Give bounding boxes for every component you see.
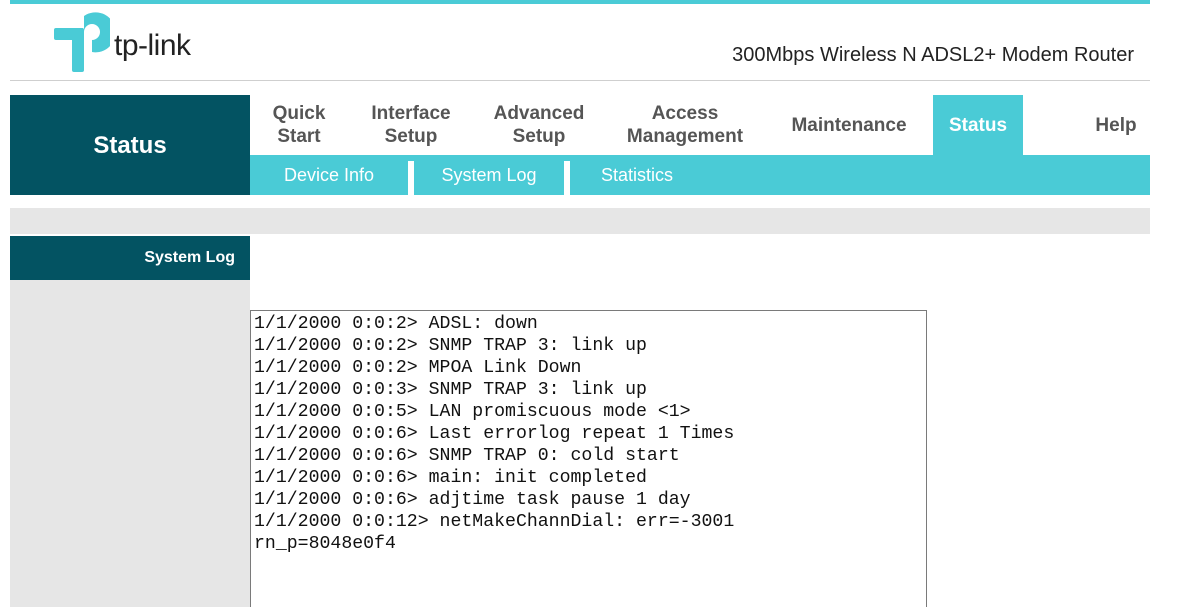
content-header-band: [10, 208, 1150, 234]
tab-advanced-setup[interactable]: Advanced Setup: [474, 95, 604, 155]
tp-link-logo-icon: [54, 12, 110, 72]
top-accent-strip: [10, 0, 1150, 4]
sidebar-panel: [10, 280, 250, 607]
tab-access-management[interactable]: Access Management: [604, 95, 766, 155]
header-divider: [10, 80, 1150, 81]
section-badge: Status: [10, 95, 250, 195]
tab-help[interactable]: Help: [1060, 95, 1172, 155]
logo-wordmark: tp-link: [114, 29, 191, 62]
main-nav: Quick Start Interface Setup Advanced Setup …: [250, 95, 1150, 155]
subtab-statistics[interactable]: Statistics: [570, 155, 704, 195]
tab-status[interactable]: Status: [933, 95, 1023, 155]
tab-interface-setup[interactable]: Interface Setup: [348, 95, 474, 155]
system-log-content: 1/1/2000 0:0:2> ADSL: down 1/1/2000 0:0:…: [254, 314, 735, 554]
subtab-system-log[interactable]: System Log: [414, 155, 564, 195]
sidebar-section-label: System Log: [10, 236, 250, 280]
tp-link-logo[interactable]: tp-link: [52, 12, 232, 74]
model-title: 300Mbps Wireless N ADSL2+ Modem Router: [732, 44, 1134, 66]
tab-maintenance[interactable]: Maintenance: [772, 95, 926, 155]
system-log-textarea[interactable]: 1/1/2000 0:0:2> ADSL: down 1/1/2000 0:0:…: [250, 310, 927, 607]
tab-quick-start[interactable]: Quick Start: [250, 95, 348, 155]
sub-nav: Device Info System Log Statistics: [250, 155, 1150, 195]
subtab-device-info[interactable]: Device Info: [250, 155, 408, 195]
